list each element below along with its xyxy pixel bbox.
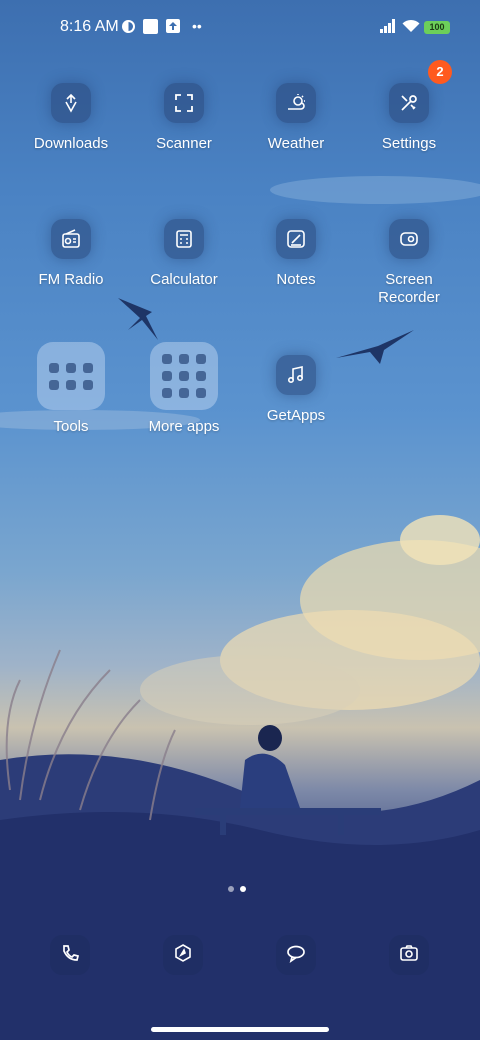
calculator-icon [164,219,204,259]
folder-icon [37,342,105,410]
folder-icon [150,342,218,410]
app-getapps[interactable]: GetApps [240,355,352,425]
app-calculator[interactable]: Calculator [128,219,240,289]
app-label: More apps [148,418,220,435]
dock-browser[interactable] [163,935,203,975]
app-downloads[interactable]: Downloads [15,83,127,153]
more-notifications-icon: •• [192,18,202,34]
page-indicator [228,879,252,897]
dock-messages[interactable] [276,935,316,975]
status-bar: 8:16 AM •• 100 [0,0,480,56]
app-weather[interactable]: Weather [240,83,352,153]
app-fm-radio[interactable]: FM Radio [15,219,127,289]
app-settings[interactable]: Settings [353,83,465,153]
music-note-icon [276,355,316,395]
browser-icon [173,943,193,968]
wifi-icon [402,19,420,38]
app-label: Notes [276,271,316,288]
app-label: Calculator [150,271,218,288]
app-label: Weather [267,135,325,152]
weather-icon [276,83,316,123]
camera-icon [399,943,419,968]
app-label: FM Radio [38,271,104,288]
page-dot [228,886,234,892]
download-icon [51,83,91,123]
phone-icon [60,943,80,968]
vpn-icon [121,19,136,39]
dock-camera[interactable] [389,935,429,975]
clock: 8:16 AM [60,18,119,35]
scanner-icon [164,83,204,123]
radio-icon [51,219,91,259]
dock-phone[interactable] [50,935,90,975]
signal-icon [380,19,396,38]
upload-icon [166,19,180,38]
settings-icon [389,83,429,123]
app-notes[interactable]: Notes [240,219,352,289]
battery-indicator: 100 [424,21,450,34]
app-screen-recorder[interactable]: Screen Recorder [353,219,465,307]
app-label: Downloads [33,135,109,152]
screen-recorder-icon [389,219,429,259]
page-dot-active [240,886,246,892]
app-label: Tools [53,418,89,435]
app-label: Scanner [156,135,212,152]
app-label: Screen Recorder [378,271,440,306]
messages-icon [286,943,306,968]
bird-decoration [118,298,158,340]
app-label: Settings [381,135,437,152]
folder-tools[interactable]: Tools [15,342,127,436]
notification-badge: 2 [428,60,452,84]
app-label: GetApps [266,407,326,424]
notification-square-icon [143,19,158,39]
folder-more-apps[interactable]: More apps [128,342,240,436]
app-scanner[interactable]: Scanner [128,83,240,153]
notes-icon [276,219,316,259]
home-gesture-bar[interactable] [151,1027,329,1032]
